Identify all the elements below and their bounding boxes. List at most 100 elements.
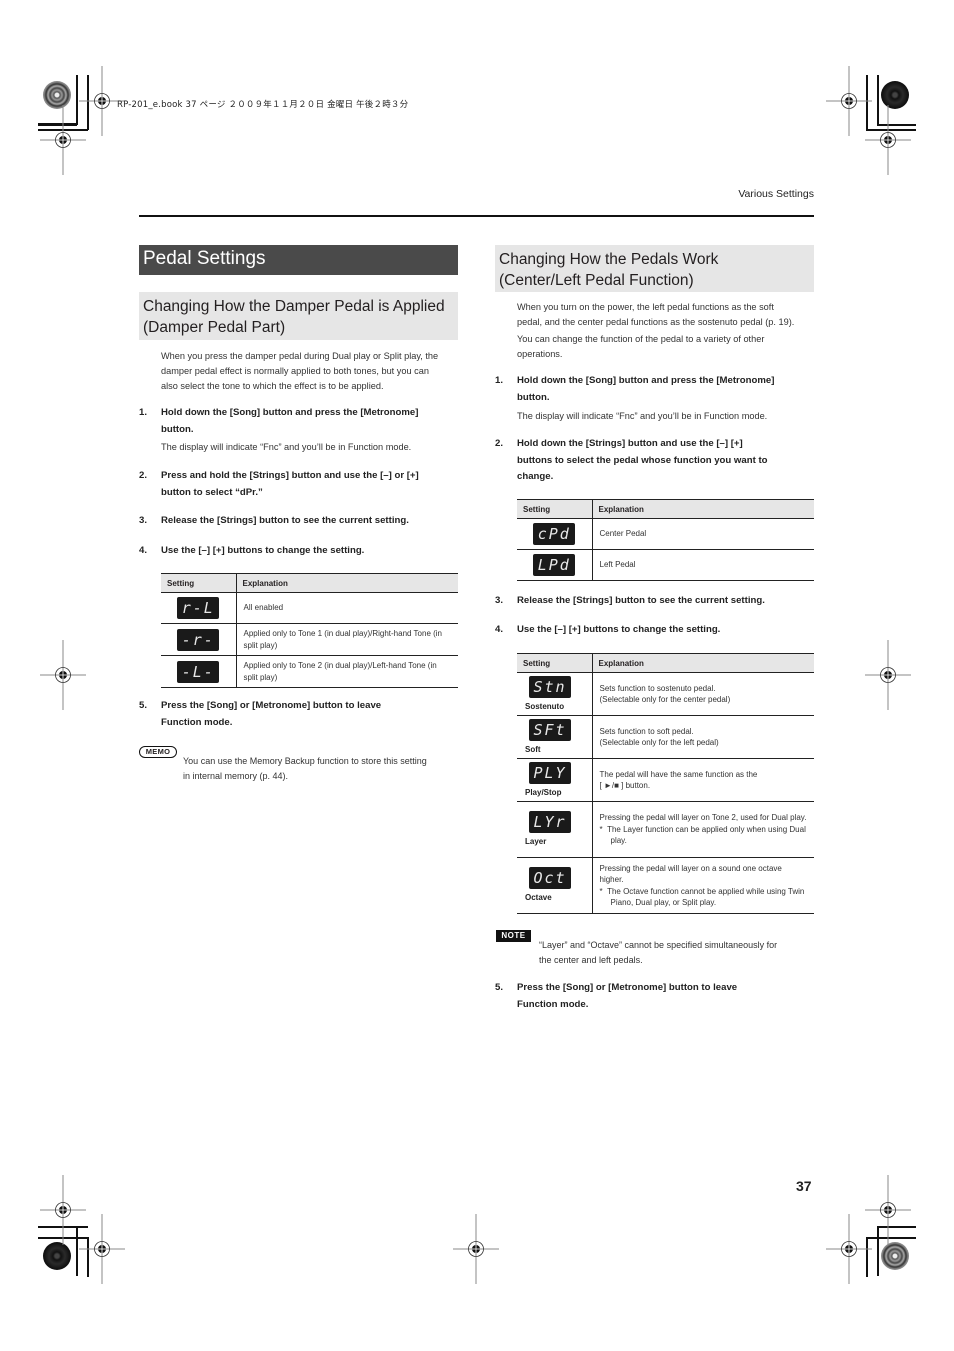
explanation-cell: Pressing the pedal will layer on a sound…	[592, 857, 814, 914]
subsection-title-line: Changing How the Damper Pedal is Applied	[143, 298, 445, 315]
registration-target-icon	[79, 1214, 125, 1284]
subsection-title-line: (Damper Pedal Part)	[143, 319, 286, 336]
subsection-title-damper: Changing How the Damper Pedal is Applied…	[139, 292, 458, 340]
note-text: The Layer function can be applied only w…	[607, 824, 806, 846]
setting-cell: -r-	[161, 623, 237, 656]
lcd-display: PLY	[529, 761, 571, 784]
intro-line: operations.	[517, 349, 563, 359]
step-text: Press and hold the [Strings] button and …	[161, 470, 419, 481]
damper-settings-table: Setting Explanation r-L All enabled -r- …	[161, 573, 458, 688]
lcd-display: r-L	[177, 597, 220, 619]
setting-cell: LYr Layer	[517, 801, 593, 858]
setting-label: Play/Stop	[525, 787, 562, 797]
note-text: The Octave function cannot be applied wh…	[607, 886, 805, 908]
step-text: button.	[517, 391, 550, 403]
pedal-function-table: Setting Explanation Stn Sostenuto Sets f…	[517, 653, 814, 914]
setting-cell: PLY Play/Stop	[517, 758, 593, 802]
table-row: Stn Sostenuto Sets function to sostenuto…	[517, 672, 814, 716]
page-number: 37	[796, 1178, 812, 1194]
section-title: Pedal Settings	[139, 245, 458, 275]
note-text: “Layer” and “Octave” cannot be specified…	[539, 938, 819, 968]
explanation-cell: Sets function to soft pedal. (Selectable…	[592, 715, 814, 759]
explanation-line: Sets function to soft pedal.	[599, 726, 694, 736]
explanation-cell: Pressing the pedal will layer on Tone 2,…	[592, 801, 814, 858]
step-number: 4.	[495, 624, 504, 635]
registration-target-icon	[865, 1175, 911, 1245]
explanation-cell: Sets function to sostenuto pedal. (Selec…	[592, 672, 814, 716]
intro-paragraph: When you press the damper pedal during D…	[161, 349, 461, 394]
step-text: Use the [–] [+] buttons to change the se…	[517, 624, 721, 635]
print-info-slug: RP-201_e.book 37 ページ ２００９年１１月２０日 金曜日 午後２…	[117, 100, 409, 110]
intro-line: pedal, and the center pedal functions as…	[517, 317, 795, 327]
intro-line: damper pedal effect is normally applied …	[161, 366, 429, 376]
table-header-row: Setting Explanation	[161, 573, 458, 593]
step-number: 3.	[495, 595, 504, 606]
intro-line: also select the tone to which the effect…	[161, 381, 384, 391]
step-text: Hold down the [Song] button and press th…	[517, 375, 775, 386]
memo-icon: MEMO	[139, 746, 177, 758]
step-number: 5.	[139, 700, 148, 711]
step-number: 1.	[139, 407, 148, 418]
step-number: 4.	[139, 545, 148, 556]
table-row: cPd Center Pedal	[517, 518, 814, 550]
intro-line: When you turn on the power, the left ped…	[517, 302, 774, 312]
lcd-display: -L-	[177, 660, 220, 683]
step-text: Hold down the [Strings] button and use t…	[517, 438, 743, 449]
setting-label: Sostenuto	[525, 701, 565, 711]
explanation-cell: All enabled	[236, 592, 458, 624]
explanation-cell: Applied only to Tone 1 (in dual play)/Ri…	[236, 623, 458, 656]
registration-target-icon	[453, 1214, 499, 1284]
explanation-note: * The Octave function cannot be applied …	[599, 886, 805, 908]
running-head: Various Settings	[738, 188, 814, 200]
explanation-line: Sets function to sostenuto pedal.	[599, 683, 716, 693]
note-icon: NOTE	[496, 930, 531, 942]
step-number: 1.	[495, 375, 504, 386]
registration-target-icon	[40, 105, 86, 175]
table-header-row: Setting Explanation	[517, 653, 814, 673]
step-text: Release the [Strings] button to see the …	[517, 595, 765, 606]
step-text: change.	[517, 471, 554, 482]
subsection-title-line: (Center/Left Pedal Function)	[499, 272, 694, 289]
table-header: Explanation	[236, 573, 458, 593]
step-text: Press the [Song] or [Metronome] button t…	[517, 982, 738, 993]
memo-line: You can use the Memory Backup function t…	[183, 756, 427, 766]
table-header: Setting	[517, 499, 593, 519]
step-text: buttons to select the pedal whose functi…	[517, 454, 768, 466]
table-row: Oct Octave Pressing the pedal will layer…	[517, 857, 814, 914]
table-row: LYr Layer Pressing the pedal will layer …	[517, 801, 814, 858]
memo-line: in internal memory (p. 44).	[183, 771, 289, 781]
lcd-display: cPd	[533, 523, 576, 545]
intro-paragraph: When you turn on the power, the left ped…	[517, 300, 817, 362]
explanation-line: Pressing the pedal will layer on Tone 2,…	[599, 813, 807, 823]
lcd-display: SFt	[529, 718, 571, 741]
table-row: r-L All enabled	[161, 592, 458, 624]
step-text: button.	[161, 423, 194, 435]
explanation-note: * The Layer function can be applied only…	[599, 824, 806, 846]
explanation-line: The pedal will have the same function as…	[599, 769, 758, 779]
memo-text: You can use the Memory Backup function t…	[183, 754, 463, 784]
setting-cell: r-L	[161, 592, 237, 624]
table-row: SFt Soft Sets function to soft pedal. (S…	[517, 715, 814, 759]
setting-cell: SFt Soft	[517, 715, 593, 759]
lcd-display: Oct	[529, 867, 571, 890]
setting-label: Layer	[525, 837, 547, 847]
table-row: LPd Left Pedal	[517, 549, 814, 581]
table-header: Setting	[517, 653, 593, 673]
lcd-display: -r-	[177, 628, 220, 651]
header-rule	[139, 215, 814, 217]
table-row: -r- Applied only to Tone 1 (in dual play…	[161, 623, 458, 656]
pedal-select-table: Setting Explanation cPd Center Pedal LPd…	[517, 499, 814, 581]
step-number: 2.	[139, 470, 148, 481]
step-text: Release the [Strings] button to see the …	[161, 515, 409, 526]
lcd-display: Stn	[529, 675, 571, 698]
step-detail: The display will indicate “Fnc” and you’…	[517, 411, 768, 421]
step-detail: The display will indicate “Fnc” and you’…	[161, 442, 412, 452]
color-target-icon	[881, 1242, 909, 1270]
registration-target-icon	[40, 640, 86, 710]
table-row: PLY Play/Stop The pedal will have the sa…	[517, 758, 814, 802]
step-text: Hold down the [Song] button and press th…	[161, 407, 419, 418]
registration-target-icon	[865, 105, 911, 175]
setting-cell: cPd	[517, 518, 593, 550]
step-text: Use the [–] [+] buttons to change the se…	[161, 545, 365, 556]
step-text: Function mode.	[517, 998, 589, 1010]
